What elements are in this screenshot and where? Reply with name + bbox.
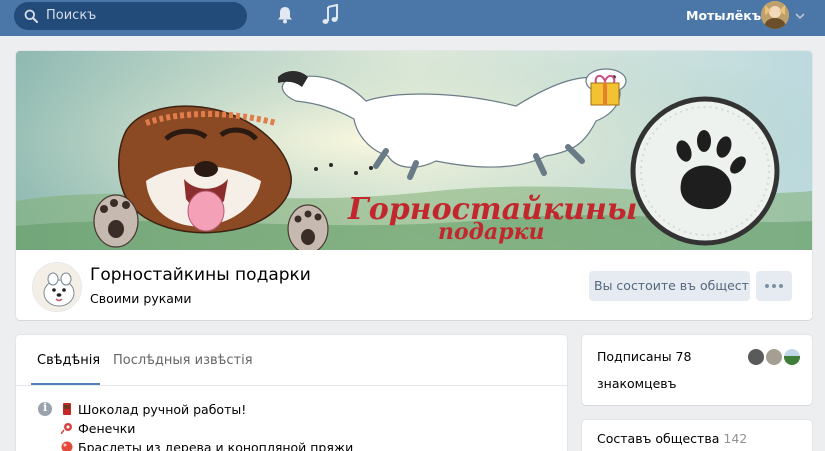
info-icon [38,401,52,416]
friends-count-label: Подписаны 78 [597,349,692,364]
friend-avatar[interactable] [764,347,784,367]
active-tab-indicator [31,383,100,385]
friend-avatar[interactable] [782,347,802,367]
tab-info[interactable]: Свѣдѣнія [37,353,100,368]
tab-news[interactable]: Послѣдныя извѣстія [113,353,253,368]
members-heading: Составъ общества 142 [597,431,748,446]
group-title: Горностайкины подарки [90,265,311,285]
members-card[interactable]: Составъ общества 142 [582,420,812,451]
group-header-card: Горностайкины подарки Горностайкины пода… [16,51,812,320]
group-cover-image: Горностайкины подарки [16,51,812,250]
top-header: Поискъ Мотылёкъ [0,0,825,36]
description-line: Шоколад ручной работы! [61,402,246,417]
friend-avatar[interactable] [746,347,766,367]
music-note-icon[interactable] [320,4,340,26]
chevron-down-icon[interactable] [795,13,805,19]
thread-icon [61,423,72,434]
description-line: Браслеты из дерева и конопляной пряжи [61,440,353,451]
dot-icon [765,284,769,288]
chocolate-icon [63,403,71,415]
friends-subscribed-card[interactable]: Подписаны 78 знакомцевъ [582,335,812,405]
cover-title-line2: подарки [438,219,545,245]
user-name[interactable]: Мотылёкъ [686,8,761,23]
group-avatar[interactable] [32,262,82,312]
more-actions-button[interactable] [756,271,792,301]
group-info-card: Свѣдѣнія Послѣдныя извѣстія Шоколад ручн… [16,335,567,451]
description-line: Фенечки [61,421,135,436]
members-count: 142 [723,431,748,446]
search-input[interactable]: Поискъ [14,2,247,30]
search-icon [24,9,38,23]
search-placeholder: Поискъ [46,8,97,23]
bead-icon [61,441,73,451]
friends-count-unit: знакомцевъ [597,376,677,391]
member-status-button[interactable]: Вы состоите въ обществѣ [589,271,750,301]
dot-icon [772,284,776,288]
info-tabs: Свѣдѣнія Послѣдныя извѣстія [16,335,567,386]
group-status: Своими руками [90,291,192,306]
user-avatar[interactable] [761,1,789,29]
bell-icon[interactable] [275,5,295,25]
dot-icon [779,284,783,288]
